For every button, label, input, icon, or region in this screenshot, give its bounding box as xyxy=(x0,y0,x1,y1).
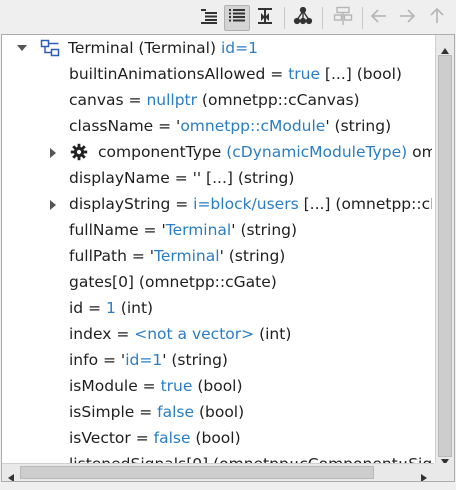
tree-row[interactable]: index = <not a vector> (int) xyxy=(2,321,432,347)
field-type: (int) xyxy=(115,299,154,317)
field-value: omnetpp::cModule xyxy=(180,117,326,135)
tree-row[interactable]: isVector = false (bool) xyxy=(2,425,432,451)
up-arrow-icon xyxy=(428,7,446,29)
tree-row[interactable]: builtinAnimationsAllowed = true [...] (b… xyxy=(2,61,432,87)
field-value: id=1 xyxy=(125,351,163,369)
toolbar-separator xyxy=(362,7,363,29)
field-type: (bool) xyxy=(192,377,243,395)
inheritance-mode-button[interactable] xyxy=(252,5,278,31)
tree-root-row[interactable]: Terminal (Terminal) id=1 xyxy=(2,35,432,61)
vertical-scroll-thumb[interactable] xyxy=(438,55,452,457)
field-label: gates[0] (omnetpp::cGate) xyxy=(69,273,277,291)
forward-button[interactable] xyxy=(394,5,420,31)
field-label: isModule = xyxy=(69,377,161,395)
tree-row[interactable]: listenedSignals[0] (omnetpp::cComponent:… xyxy=(2,451,432,463)
field-label: componentType xyxy=(98,143,227,161)
toolbar-separator xyxy=(284,7,285,29)
go-up-button[interactable] xyxy=(424,5,450,31)
field-label: listenedSignals[0] (omnetpp::cComponent:… xyxy=(69,455,432,463)
field-value: (cDynamicModuleType) xyxy=(226,143,408,161)
field-value: nullptr xyxy=(146,91,197,109)
tree-row[interactable]: className = 'omnetpp::cModule' (string) xyxy=(2,113,432,139)
field-value: <not a vector> xyxy=(134,325,255,343)
tree-row[interactable]: fullPath = 'Terminal' (string) xyxy=(2,243,432,269)
object-tree[interactable]: Terminal (Terminal) id=1 builtinAnimatio… xyxy=(1,34,455,482)
tree-row[interactable]: id = 1 (int) xyxy=(2,295,432,321)
scroll-left-icon[interactable] xyxy=(7,468,15,481)
flat-mode-button[interactable] xyxy=(196,5,222,31)
field-value: true xyxy=(160,377,193,395)
field-type: (int) xyxy=(254,325,292,343)
field-type: ' (string) xyxy=(231,221,298,239)
field-type: ' (string) xyxy=(219,247,286,265)
field-type: (bool) xyxy=(194,403,245,421)
field-value: 1 xyxy=(106,299,116,317)
field-type: [...] (omnetpp::cDisplayString) xyxy=(303,195,432,213)
tree-row[interactable]: info = 'id=1' (string) xyxy=(2,347,432,373)
layout-mode-button[interactable] xyxy=(330,5,356,31)
collapsed-arrow-icon[interactable] xyxy=(46,139,62,165)
flat-mode-icon xyxy=(199,7,219,29)
field-label: displayName = '' [...] (string) xyxy=(69,169,295,187)
tree-row[interactable]: fullName = 'Terminal' (string) xyxy=(2,217,432,243)
children-mode-button[interactable] xyxy=(290,5,316,31)
scrollbar-corner xyxy=(434,463,454,481)
expanded-arrow-icon[interactable] xyxy=(14,35,30,61)
grouped-mode-button[interactable] xyxy=(224,5,250,31)
tree-rows: Terminal (Terminal) id=1 builtinAnimatio… xyxy=(2,35,432,463)
field-type: (bool) xyxy=(190,429,241,447)
children-mode-icon xyxy=(293,6,313,29)
tree-row[interactable]: componentType (cDynamicModuleType) omnet… xyxy=(2,139,432,165)
tree-row[interactable]: gates[0] (omnetpp::cGate) xyxy=(2,269,432,295)
field-type: ' (string) xyxy=(162,351,228,369)
toolbar-separator xyxy=(322,7,323,29)
field-value: false xyxy=(157,403,195,421)
field-type: (omnetpp::cCanvas) xyxy=(197,91,360,109)
field-label: displayString = xyxy=(69,195,194,213)
field-label: isVector = xyxy=(69,429,154,447)
forward-arrow-icon xyxy=(398,7,416,29)
vertical-scrollbar[interactable] xyxy=(435,35,454,465)
field-label: id = xyxy=(69,299,106,317)
collapsed-arrow-icon[interactable] xyxy=(46,191,62,217)
field-type: omnetpp xyxy=(412,143,432,161)
tree-row[interactable]: displayName = '' [...] (string) xyxy=(2,165,432,191)
back-button[interactable] xyxy=(366,5,392,31)
grouped-mode-icon xyxy=(227,7,247,29)
inheritance-mode-icon xyxy=(255,7,275,29)
field-label: fullName = ' xyxy=(69,221,166,239)
inspector-toolbar xyxy=(0,0,456,34)
field-value: i=block/users xyxy=(193,195,299,213)
horizontal-scrollbar[interactable] xyxy=(2,463,434,481)
field-value: false xyxy=(153,429,191,447)
root-node-name: Terminal (Terminal) xyxy=(68,39,217,57)
horizontal-scroll-thumb[interactable] xyxy=(20,466,374,479)
field-label: fullPath = ' xyxy=(69,247,155,265)
field-label: className = ' xyxy=(69,117,181,135)
field-type: [...] (bool) xyxy=(320,65,402,83)
field-label: builtinAnimationsAllowed = xyxy=(69,65,289,83)
field-label: info = ' xyxy=(69,351,126,369)
tree-row[interactable]: isModule = true (bool) xyxy=(2,373,432,399)
tree-row[interactable]: canvas = nullptr (omnetpp::cCanvas) xyxy=(2,87,432,113)
layout-mode-icon xyxy=(333,6,353,30)
field-value: true xyxy=(288,65,320,83)
field-label: canvas = xyxy=(69,91,147,109)
tree-row[interactable]: displayString = i=block/users [...] (omn… xyxy=(2,191,432,217)
field-label: isSimple = xyxy=(69,403,158,421)
field-label: index = xyxy=(69,325,135,343)
field-value: Terminal xyxy=(154,247,220,265)
scroll-right-icon[interactable] xyxy=(420,468,428,481)
root-node-detail: id=1 xyxy=(220,39,258,57)
back-arrow-icon xyxy=(370,7,388,29)
field-value: Terminal xyxy=(165,221,232,239)
tree-row[interactable]: isSimple = false (bool) xyxy=(2,399,432,425)
field-type: ' (string) xyxy=(325,117,392,135)
